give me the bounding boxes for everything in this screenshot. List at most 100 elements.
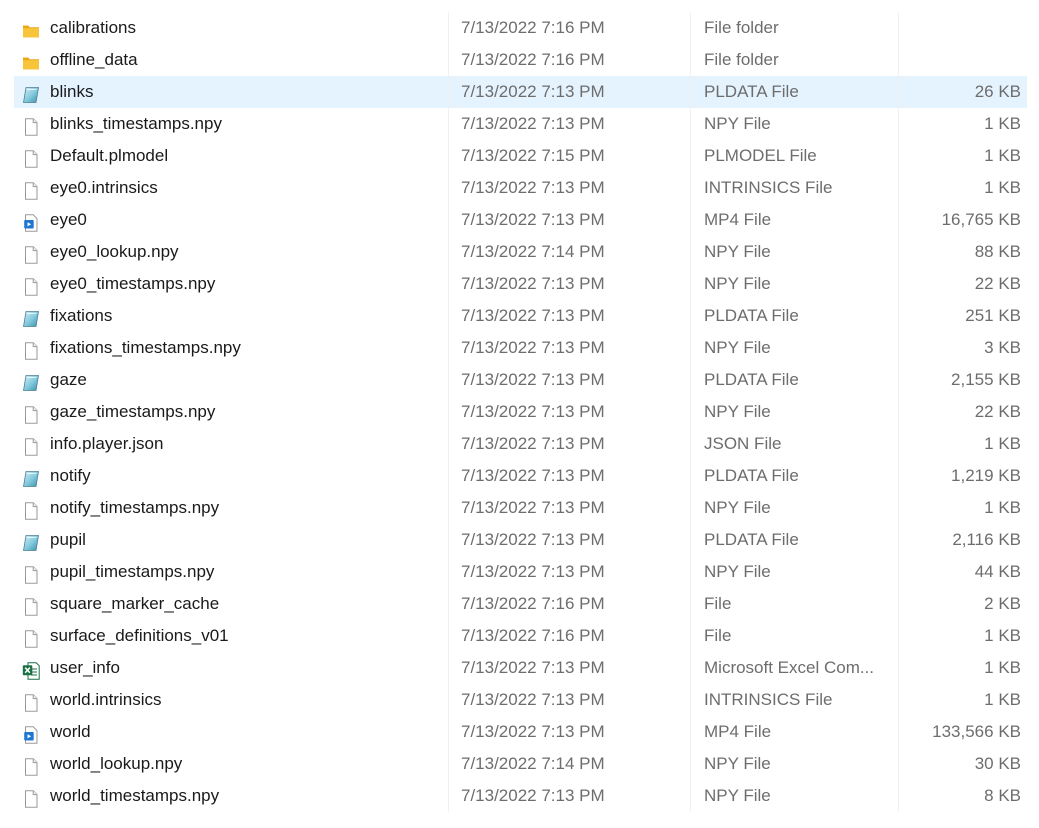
file-name: fixations_timestamps.npy	[50, 338, 241, 357]
column-divider	[448, 12, 449, 44]
file-name: blinks	[50, 82, 94, 101]
file-row-gaze[interactable]: gaze 7/13/2022 7:13 PM PLDATA File 2,155…	[14, 364, 1027, 396]
file-row-world-intrinsics[interactable]: world.intrinsics 7/13/2022 7:13 PM INTRI…	[14, 684, 1027, 716]
file-type: PLMODEL File	[704, 146, 817, 165]
file-size: 1 KB	[984, 626, 1021, 645]
file-type: NPY File	[704, 498, 771, 517]
file-row-offline-data[interactable]: offline_data 7/13/2022 7:16 PM File fold…	[14, 44, 1027, 76]
file-date-modified: 7/13/2022 7:16 PM	[461, 626, 605, 645]
file-row-blinks-timestamps-npy[interactable]: blinks_timestamps.npy 7/13/2022 7:13 PM …	[14, 108, 1027, 140]
column-divider	[690, 620, 691, 652]
column-divider	[690, 652, 691, 684]
file-row-surface-definitions-v01[interactable]: surface_definitions_v01 7/13/2022 7:16 P…	[14, 620, 1027, 652]
column-divider	[898, 684, 899, 716]
column-divider	[690, 332, 691, 364]
column-divider	[690, 44, 691, 76]
column-divider	[448, 268, 449, 300]
file-type: MP4 File	[704, 722, 772, 741]
file-date-modified: 7/13/2022 7:13 PM	[461, 178, 605, 197]
file-size: 3 KB	[984, 338, 1021, 357]
file-type: PLDATA File	[704, 530, 799, 549]
pldata-file-icon	[22, 531, 40, 551]
file-row-eye0-timestamps-npy[interactable]: eye0_timestamps.npy 7/13/2022 7:13 PM NP…	[14, 268, 1027, 300]
file-row-eye0-lookup-npy[interactable]: eye0_lookup.npy 7/13/2022 7:14 PM NPY Fi…	[14, 236, 1027, 268]
column-divider	[690, 204, 691, 236]
column-divider	[690, 684, 691, 716]
file-date-modified: 7/13/2022 7:13 PM	[461, 82, 605, 101]
file-name: notify_timestamps.npy	[50, 498, 220, 517]
file-row-fixations-timestamps-npy[interactable]: fixations_timestamps.npy 7/13/2022 7:13 …	[14, 332, 1027, 364]
file-size: 8 KB	[984, 786, 1021, 805]
file-row-notify[interactable]: notify 7/13/2022 7:13 PM PLDATA File 1,2…	[14, 460, 1027, 492]
pldata-file-icon	[22, 307, 40, 327]
column-divider	[448, 236, 449, 268]
file-type: NPY File	[704, 274, 771, 293]
column-divider	[898, 652, 899, 684]
file-name: fixations	[50, 306, 113, 325]
column-divider	[898, 332, 899, 364]
file-row-world[interactable]: world 7/13/2022 7:13 PM MP4 File 133,566…	[14, 716, 1027, 748]
file-row-eye0-intrinsics[interactable]: eye0.intrinsics 7/13/2022 7:13 PM INTRIN…	[14, 172, 1027, 204]
column-divider	[898, 140, 899, 172]
file-type: NPY File	[704, 786, 771, 805]
file-name: world_lookup.npy	[50, 754, 183, 773]
file-row-calibrations[interactable]: calibrations 7/13/2022 7:16 PM File fold…	[14, 12, 1027, 44]
file-type: JSON File	[704, 434, 782, 453]
column-divider	[448, 652, 449, 684]
file-row-world-lookup-npy[interactable]: world_lookup.npy 7/13/2022 7:14 PM NPY F…	[14, 748, 1027, 780]
file-date-modified: 7/13/2022 7:13 PM	[461, 722, 605, 741]
file-row-default-plmodel[interactable]: Default.plmodel 7/13/2022 7:15 PM PLMODE…	[14, 140, 1027, 172]
column-divider	[448, 300, 449, 332]
file-size: 133,566 KB	[932, 722, 1021, 741]
file-name: Default.plmodel	[50, 146, 169, 165]
file-type: File	[704, 626, 732, 645]
column-divider	[898, 428, 899, 460]
file-date-modified: 7/13/2022 7:13 PM	[461, 402, 605, 421]
file-row-world-timestamps-npy[interactable]: world_timestamps.npy 7/13/2022 7:13 PM N…	[14, 780, 1027, 812]
pldata-file-icon	[22, 467, 40, 487]
file-row-info-player-json[interactable]: info.player.json 7/13/2022 7:13 PM JSON …	[14, 428, 1027, 460]
file-row-user-info[interactable]: user_info 7/13/2022 7:13 PM Microsoft Ex…	[14, 652, 1027, 684]
file-row-square-marker-cache[interactable]: square_marker_cache 7/13/2022 7:16 PM Fi…	[14, 588, 1027, 620]
file-row-pupil[interactable]: pupil 7/13/2022 7:13 PM PLDATA File 2,11…	[14, 524, 1027, 556]
blank-file-icon	[22, 179, 40, 200]
file-row-fixations[interactable]: fixations 7/13/2022 7:13 PM PLDATA File …	[14, 300, 1027, 332]
file-row-notify-timestamps-npy[interactable]: notify_timestamps.npy 7/13/2022 7:13 PM …	[14, 492, 1027, 524]
file-size: 1 KB	[984, 114, 1021, 133]
column-divider	[690, 780, 691, 812]
column-divider	[448, 620, 449, 652]
file-date-modified: 7/13/2022 7:13 PM	[461, 466, 605, 485]
file-type: INTRINSICS File	[704, 690, 833, 709]
blank-file-icon	[22, 435, 40, 456]
file-size: 16,765 KB	[941, 210, 1021, 229]
file-date-modified: 7/13/2022 7:14 PM	[461, 242, 605, 261]
column-divider	[898, 300, 899, 332]
file-row-eye0[interactable]: eye0 7/13/2022 7:13 PM MP4 File 16,765 K…	[14, 204, 1027, 236]
column-divider	[448, 556, 449, 588]
blank-file-icon	[22, 275, 40, 296]
file-row-pupil-timestamps-npy[interactable]: pupil_timestamps.npy 7/13/2022 7:13 PM N…	[14, 556, 1027, 588]
file-size: 251 KB	[965, 306, 1021, 325]
pldata-file-icon	[22, 83, 40, 103]
column-divider	[898, 588, 899, 620]
file-row-blinks[interactable]: blinks 7/13/2022 7:13 PM PLDATA File 26 …	[14, 76, 1027, 108]
column-divider	[448, 396, 449, 428]
column-divider	[690, 748, 691, 780]
file-list[interactable]: calibrations 7/13/2022 7:16 PM File fold…	[14, 12, 1027, 812]
column-divider	[898, 492, 899, 524]
blank-file-icon	[22, 563, 40, 584]
column-divider	[898, 76, 899, 108]
column-divider	[448, 140, 449, 172]
file-type: INTRINSICS File	[704, 178, 833, 197]
file-name: eye0.intrinsics	[50, 178, 158, 197]
blank-file-icon	[22, 499, 40, 520]
file-row-gaze-timestamps-npy[interactable]: gaze_timestamps.npy 7/13/2022 7:13 PM NP…	[14, 396, 1027, 428]
column-divider	[898, 268, 899, 300]
file-date-modified: 7/13/2022 7:13 PM	[461, 690, 605, 709]
file-type: NPY File	[704, 338, 771, 357]
file-name: eye0_lookup.npy	[50, 242, 179, 261]
blank-file-icon	[22, 691, 40, 712]
column-divider	[690, 396, 691, 428]
file-name: user_info	[50, 658, 120, 677]
file-date-modified: 7/13/2022 7:13 PM	[461, 658, 605, 677]
